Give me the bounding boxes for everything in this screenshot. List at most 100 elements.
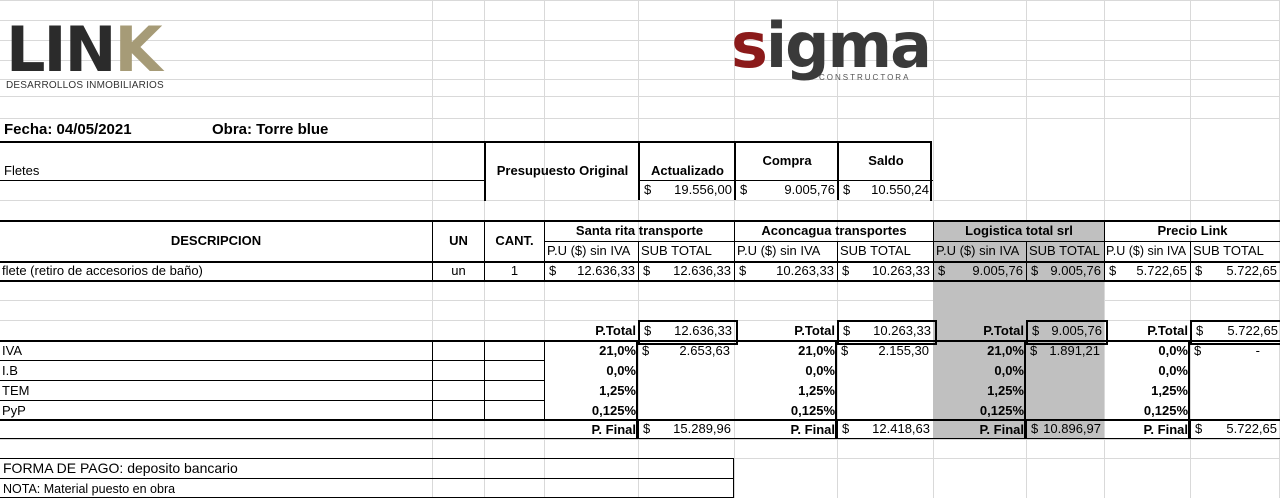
- tem-pct: 1,25%: [1151, 383, 1188, 398]
- currency-symbol: $: [1109, 263, 1117, 278]
- subtotal-header: SUB TOTAL: [1026, 242, 1104, 261]
- item-quantity: 1: [484, 262, 544, 281]
- col-line: [1024, 341, 1026, 439]
- amount: 12.636,33: [577, 263, 635, 278]
- currency-symbol: $: [843, 323, 851, 338]
- tem-pct: 1,25%: [599, 383, 636, 398]
- col-saldo: Saldo: [837, 141, 933, 181]
- amount: 12.636,33: [673, 263, 731, 278]
- pu-header: P.U ($) sin IVA: [734, 242, 837, 261]
- forma-de-pago: FORMA DE PAGO: deposito bancario: [3, 460, 238, 476]
- amount: 12.418,63: [872, 421, 930, 436]
- logistica-pu: $9.005,76: [933, 262, 1027, 281]
- amount: 10.550,24: [871, 182, 929, 197]
- currency-symbol: $: [841, 343, 849, 358]
- budget-label: Fletes: [4, 163, 40, 178]
- provider-logistica: Logistica total srl: [933, 222, 1104, 242]
- logistica-pfinal: $10.896,97: [1026, 420, 1105, 439]
- currency-symbol: $: [739, 263, 747, 278]
- sigma-logo-subtitle: CONSTRUCTORA: [819, 73, 911, 82]
- sigma-logo-s: s: [731, 9, 768, 82]
- actualizado-value: $19.556,00: [638, 181, 736, 200]
- row-line: [0, 400, 544, 401]
- ib-pct: 0,0%: [1158, 363, 1188, 378]
- amount: 5.722,65: [1227, 323, 1278, 338]
- subtotal-header: SUB TOTAL: [837, 242, 933, 261]
- currency-symbol: $: [643, 263, 651, 278]
- currency-symbol: $: [1030, 343, 1038, 358]
- link-logo: LINK DESARROLLOS INMOBILIARIOS: [6, 19, 164, 92]
- ptotal-label: P.Total: [595, 323, 636, 338]
- pu-header: P.U ($) sin IVA: [544, 242, 638, 261]
- currency-symbol: $: [842, 263, 850, 278]
- row-line: [0, 380, 544, 381]
- provider-santa-rita: Santa rita transporte: [544, 222, 734, 242]
- pu-header: P.U ($) sin IVA: [1104, 242, 1190, 261]
- pfinal-label: P. Final: [790, 422, 835, 437]
- amount: 1.891,21: [1049, 343, 1100, 358]
- link-logo-subtitle: DESARROLLOS INMOBILIARIOS: [6, 80, 164, 91]
- footer-divider: [0, 478, 734, 479]
- precio-link-subtotal: $5.722,65: [1190, 262, 1280, 281]
- compra-value: $9.005,76: [734, 181, 839, 200]
- currency-symbol: $: [644, 182, 652, 197]
- link-logo-text: LIN: [6, 13, 116, 86]
- pyp-pct: 0,125%: [979, 403, 1024, 418]
- amount: -: [1255, 343, 1260, 358]
- amount: 12.636,33: [674, 323, 732, 338]
- santa-rita-iva: $2.653,63: [638, 342, 734, 361]
- currency-symbol: $: [644, 323, 652, 338]
- col-line: [636, 341, 638, 439]
- pyp-pct: 0,125%: [790, 403, 835, 418]
- amount: 2.653,63: [679, 343, 730, 358]
- currency-symbol: $: [740, 182, 748, 197]
- amount: 9.005,76: [972, 263, 1023, 278]
- pfinal-label: P. Final: [979, 422, 1024, 437]
- col-presupuesto-original: Presupuesto Original: [484, 141, 639, 201]
- sigma-logo-text: igma: [765, 9, 932, 82]
- col-line: [1188, 341, 1190, 439]
- tem-pct: 1,25%: [987, 383, 1024, 398]
- currency-symbol: $: [643, 421, 651, 436]
- pfinal-label: P. Final: [591, 422, 636, 437]
- subtotal-header: SUB TOTAL: [1190, 242, 1280, 261]
- pyp-pct: 0,125%: [591, 403, 636, 418]
- provider-precio-link: Precio Link: [1104, 222, 1280, 242]
- amount: 19.556,00: [674, 182, 732, 197]
- pfinal-label: P. Final: [1143, 422, 1188, 437]
- ptotal-label: P.Total: [983, 323, 1024, 338]
- tem-pct: 1,25%: [798, 383, 835, 398]
- currency-symbol: $: [642, 343, 650, 358]
- iva-pct: 21,0%: [987, 343, 1024, 358]
- santa-rita-pfinal: $15.289,96: [638, 420, 735, 439]
- item-unit: un: [432, 262, 484, 281]
- col-line: [835, 341, 837, 439]
- iva-pct: 21,0%: [798, 343, 835, 358]
- budget-divider: [0, 180, 484, 181]
- tem-label: TEM: [2, 383, 30, 398]
- item-description: flete (retiro de accesorios de baño): [2, 263, 203, 278]
- ptotal-label: P.Total: [1147, 323, 1188, 338]
- amount: 10.263,33: [872, 263, 930, 278]
- amount: 5.722,65: [1226, 421, 1277, 436]
- precio-link-pu: $5.722,65: [1104, 262, 1191, 281]
- amount: 5.722,65: [1136, 263, 1187, 278]
- pu-header: P.U ($) sin IVA: [933, 242, 1026, 261]
- col-descripcion: DESCRIPCION: [170, 233, 262, 248]
- amount: 10.263,33: [873, 323, 931, 338]
- currency-symbol: $: [1196, 323, 1204, 338]
- currency-symbol: $: [1194, 343, 1202, 358]
- link-logo-k: K: [114, 13, 162, 86]
- currency-symbol: $: [549, 263, 557, 278]
- sigma-logo: sigma CONSTRUCTORA: [731, 15, 932, 83]
- amount: 10.263,33: [776, 263, 834, 278]
- precio-link-iva: $ -: [1190, 342, 1280, 361]
- ib-pct: 0,0%: [994, 363, 1024, 378]
- currency-symbol: $: [1031, 263, 1039, 278]
- ib-pct: 0,0%: [606, 363, 636, 378]
- iva-pct: 0,0%: [1158, 343, 1188, 358]
- iva-pct: 21,0%: [599, 343, 636, 358]
- santa-rita-pu: $12.636,33: [544, 262, 639, 281]
- amount: 9.005,76: [1051, 323, 1102, 338]
- obra-label: Obra: Torre blue: [212, 121, 329, 138]
